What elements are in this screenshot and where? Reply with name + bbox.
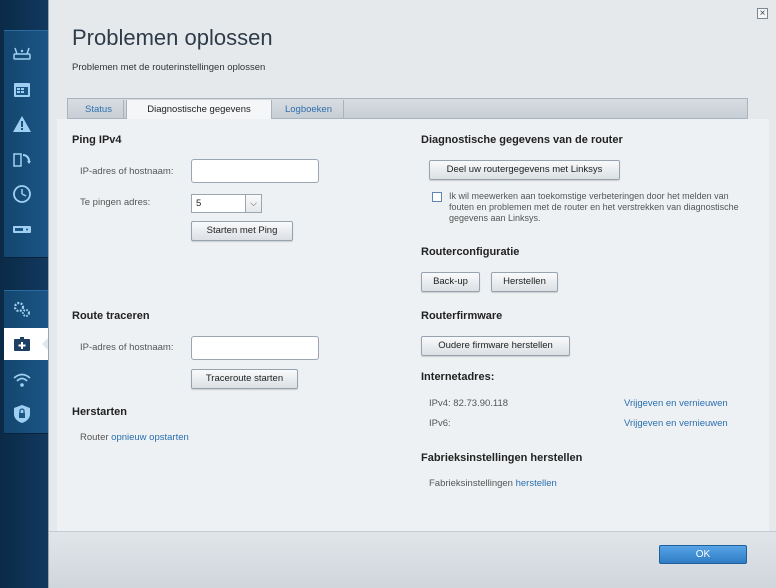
traceroute-host-label: IP-adres of hostnaam:	[80, 342, 174, 353]
ping-host-label: IP-adres of hostnaam:	[80, 166, 174, 177]
start-traceroute-button[interactable]: Traceroute starten	[191, 369, 298, 389]
settings-gears-icon[interactable]	[10, 298, 34, 320]
tab-diagnostics[interactable]: Diagnostische gegevens	[126, 100, 272, 119]
traceroute-heading: Route traceren	[72, 310, 150, 322]
page-title: Problemen oplossen	[72, 25, 273, 50]
ok-button[interactable]: OK	[659, 545, 747, 564]
share-router-data-button[interactable]: Deel uw routergegevens met Linksys	[429, 160, 620, 180]
tab-panel: Ping IPv4 IP-adres of hostnaam: Te pinge…	[57, 119, 769, 531]
restart-prefix: Router	[80, 432, 112, 443]
ipv6-renew-link[interactable]: Vrijgeven en vernieuwen	[624, 418, 728, 429]
consent-text: Ik wil meewerken aan toekomstige verbete…	[449, 191, 739, 223]
wifi-icon[interactable]	[10, 369, 34, 391]
ipv4-renew-link[interactable]: Vrijgeven en vernieuwen	[624, 398, 728, 409]
factory-reset-prefix: Fabrieksinstellingen	[429, 478, 516, 489]
consent-checkbox[interactable]	[432, 192, 442, 202]
ping-count-label: Te pingen adres:	[80, 197, 151, 208]
restore-firmware-button[interactable]: Oudere firmware herstellen	[421, 336, 570, 356]
calendar-icon[interactable]	[10, 78, 34, 100]
firmware-heading: Routerfirmware	[421, 310, 503, 322]
ping-count-value: 5	[196, 198, 202, 209]
factory-reset-row: Fabrieksinstellingen herstellen	[429, 478, 557, 489]
nav-rail	[0, 0, 48, 588]
restart-row: Router opnieuw opstarten	[80, 432, 189, 443]
update-icon[interactable]	[10, 148, 34, 170]
internet-heading: Internetadres:	[421, 371, 495, 383]
ipv4-address: IPv4: 82.73.90.118	[429, 398, 509, 409]
router-icon[interactable]	[10, 43, 34, 65]
diagnostics-icon[interactable]	[10, 333, 34, 355]
chevron-down-icon: ⌵	[245, 195, 261, 212]
security-icon[interactable]	[10, 403, 34, 425]
factory-reset-heading: Fabrieksinstellingen herstellen	[421, 452, 583, 464]
backup-button[interactable]: Back-up	[421, 272, 480, 292]
ping-host-input[interactable]	[191, 159, 319, 183]
start-ping-button[interactable]: Starten met Ping	[191, 221, 293, 241]
warning-icon[interactable]	[10, 113, 34, 135]
page-subtitle: Problemen met de routerinstellingen oplo…	[72, 62, 266, 73]
tab-logs[interactable]: Logboeken	[274, 100, 344, 119]
ipv6-address: IPv6:	[429, 418, 451, 429]
tab-status[interactable]: Status	[74, 100, 124, 119]
clock-icon[interactable]	[10, 183, 34, 205]
router-config-heading: Routerconfiguratie	[421, 246, 520, 258]
restore-config-button[interactable]: Herstellen	[491, 272, 558, 292]
close-icon[interactable]: ×	[757, 8, 768, 19]
diagnostics-heading: Diagnostische gegevens van de router	[421, 134, 623, 146]
factory-reset-link[interactable]: herstellen	[516, 478, 557, 489]
tab-bar: Status Diagnostische gegevens Logboeken	[67, 98, 748, 119]
traceroute-host-input[interactable]	[191, 336, 319, 360]
troubleshoot-dialog: × Problemen oplossen Problemen met de ro…	[48, 0, 776, 588]
restart-heading: Herstarten	[72, 406, 128, 418]
restart-link[interactable]: opnieuw opstarten	[111, 432, 189, 443]
ping-heading: Ping IPv4	[72, 134, 122, 146]
ping-count-select[interactable]: 5 ⌵	[191, 194, 262, 213]
storage-icon[interactable]	[10, 218, 34, 240]
